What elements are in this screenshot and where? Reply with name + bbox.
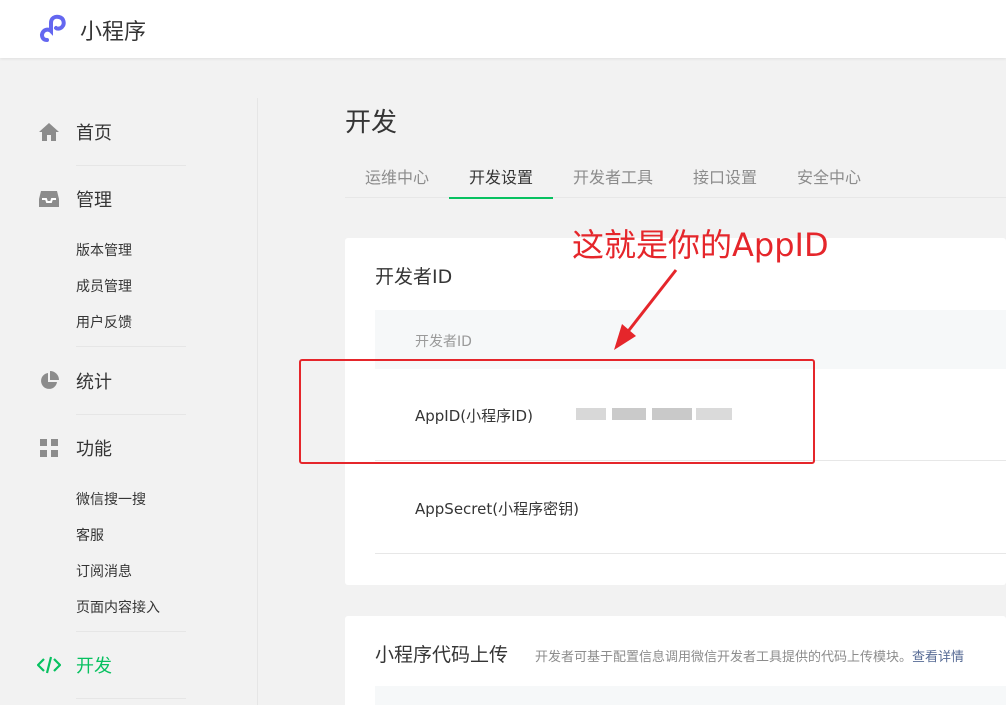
tab-dev-settings[interactable]: 开发设置 [448,164,554,199]
sidebar-item-features[interactable]: 功能 [36,433,112,463]
sidebar-item-develop[interactable]: 开发 [36,650,112,680]
sidebar-item-label: 管理 [76,190,112,211]
sidebar-item-label: 功能 [76,439,112,460]
sidebar-subitem-search[interactable]: 微信搜一搜 [76,489,146,509]
sidebar-subitem-subscribe-message[interactable]: 订阅消息 [76,561,132,581]
sidebar-item-label: 统计 [76,372,112,393]
pie-chart-icon [36,368,62,394]
divider [76,414,186,415]
divider [76,346,186,347]
card-title: 小程序代码上传 [375,644,509,666]
card-description: 开发者可基于配置信息调用微信开发者工具提供的代码上传模块。查看详情 [535,646,964,665]
grid-icon [36,435,62,461]
tab-bar: 运维中心 开发设置 开发者工具 接口设置 安全中心 [345,158,1006,199]
inbox-icon [36,186,62,212]
table-header [375,686,1006,705]
sidebar: 首页 管理 版本管理 成员管理 用户反馈 统计 功能 微信搜一搜 客服 订阅消息… [0,98,258,705]
tab-api-settings[interactable]: 接口设置 [693,164,757,198]
appsecret-label: AppSecret(小程序密钥) [415,500,579,518]
card-title: 开发者ID [375,266,453,288]
annotation-label: 这就是你的AppID [572,226,829,264]
home-icon [36,119,62,145]
divider [76,631,186,632]
sidebar-subitem-version[interactable]: 版本管理 [76,240,132,260]
app-name: 小程序 [80,20,147,45]
sidebar-item-label: 开发 [76,656,112,677]
sidebar-subitem-page-content[interactable]: 页面内容接入 [76,597,160,617]
sidebar-subitem-feedback[interactable]: 用户反馈 [76,312,132,332]
description-text: 开发者可基于配置信息调用微信开发者工具提供的代码上传模块。 [535,650,913,665]
sidebar-item-home[interactable]: 首页 [36,117,112,147]
sidebar-item-label: 首页 [76,123,112,144]
sidebar-item-manage[interactable]: 管理 [36,184,112,214]
view-details-link[interactable]: 查看详情 [912,650,964,665]
sidebar-subitem-customer-service[interactable]: 客服 [76,525,104,545]
sidebar-subitem-members[interactable]: 成员管理 [76,276,132,296]
code-upload-card: 小程序代码上传 开发者可基于配置信息调用微信开发者工具提供的代码上传模块。查看详… [345,616,1006,705]
table-row-appsecret: AppSecret(小程序密钥) [375,462,1006,554]
annotation-highlight-box [299,359,815,464]
tab-dev-tools[interactable]: 开发者工具 [573,164,653,198]
top-bar: 小程序 [0,0,1006,58]
sidebar-item-stats[interactable]: 统计 [36,366,112,396]
column-header: 开发者ID [415,334,472,350]
tab-ops-center[interactable]: 运维中心 [365,164,429,198]
divider [76,698,186,699]
code-icon [36,652,62,678]
page-title: 开发 [345,108,398,138]
mini-program-logo-icon [40,14,66,42]
annotation-arrow-icon [614,269,678,350]
divider [76,165,186,166]
tab-security-center[interactable]: 安全中心 [797,164,861,198]
